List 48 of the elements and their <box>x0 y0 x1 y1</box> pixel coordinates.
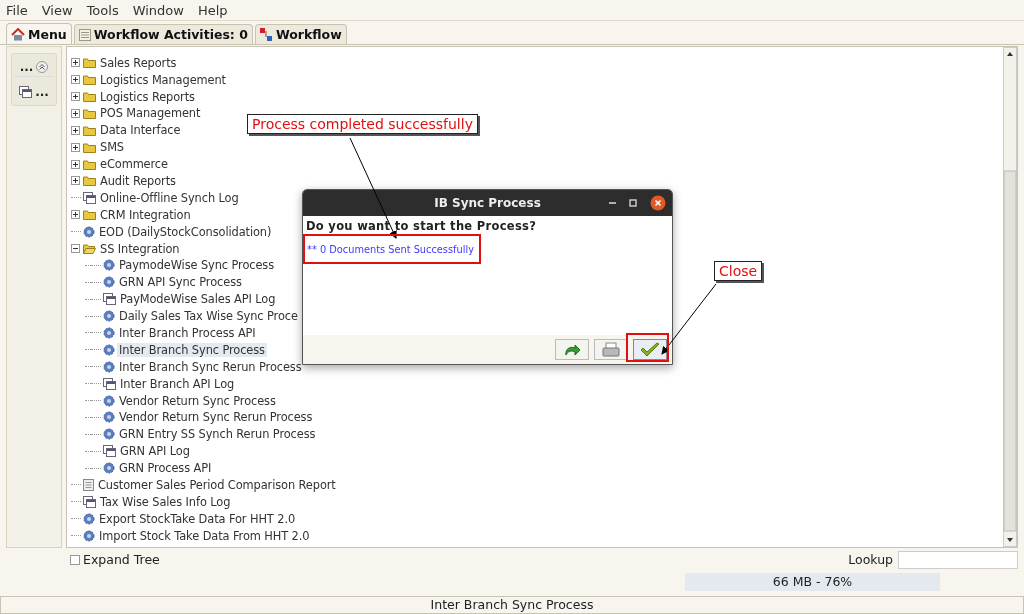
tree-item[interactable]: EOD (DailyStockConsolidation) <box>97 224 274 239</box>
tab[interactable]: Workflow <box>254 24 347 45</box>
memory-indicator: 66 MB - 76% <box>685 572 940 591</box>
menu-item[interactable]: Help <box>197 2 228 18</box>
tree-item[interactable]: Audit Reports <box>98 173 178 188</box>
tree-item[interactable]: Vendor Return Sync Rerun Process <box>117 410 315 425</box>
tree-item[interactable]: GRN Process API <box>117 461 214 476</box>
tree-item[interactable]: Inter Branch API Log <box>118 376 237 391</box>
callout-label: Process completed successfully <box>247 114 478 134</box>
dialog-question: Do you want to start the Process? <box>306 219 538 233</box>
tree-item[interactable]: Inter Branch Sync Rerun Process <box>117 359 304 374</box>
tree-item[interactable]: Inter Branch Sync Process <box>117 342 267 357</box>
side-panel-label[interactable]: ... <box>35 85 49 100</box>
tree-item[interactable]: eCommerce <box>98 157 170 172</box>
tree-item[interactable]: PaymodeWise Sync Process <box>117 258 276 273</box>
menu-item[interactable]: View <box>41 2 73 18</box>
tree-item[interactable]: POS Management <box>98 106 203 121</box>
tree-item[interactable]: GRN API Sync Process <box>117 275 244 290</box>
menu-item[interactable]: Tools <box>86 2 119 18</box>
tree-item[interactable]: Vendor Return Sync Process <box>117 393 278 408</box>
tree-item[interactable]: Customer Sales Period Comparison Report <box>96 478 338 492</box>
tree-item[interactable]: Import Stock Take Data From HHT 2.0 <box>97 528 312 543</box>
dialog-title: IB Sync Process <box>434 196 541 210</box>
callout-label: Close <box>714 261 763 281</box>
tree-item[interactable]: Data Interface <box>98 123 183 138</box>
tree-item[interactable]: GRN API Log <box>118 444 192 459</box>
menu-item[interactable]: Window <box>132 2 184 18</box>
expand-tree-checkbox[interactable]: Expand Tree <box>70 552 160 567</box>
status-bar: Inter Branch Sync Process <box>0 596 1024 614</box>
tree-item[interactable]: Sales Reports <box>98 55 179 70</box>
tree-item[interactable]: Online-Offline Synch Log <box>98 190 241 205</box>
tree-item[interactable]: SMS <box>98 140 126 155</box>
tree-item[interactable]: GRN Entry SS Synch Rerun Process <box>117 427 318 442</box>
tree-item[interactable]: Tax Wise Sales Info Log <box>98 494 233 509</box>
tree-item[interactable]: Logistics Management <box>98 72 228 87</box>
lookup-label: Lookup <box>848 552 893 567</box>
tree-item[interactable]: CRM Integration <box>98 207 193 222</box>
tree-item[interactable]: Daily Sales Tax Wise Sync Proce <box>117 309 300 324</box>
tree-item[interactable]: Logistics Reports <box>98 89 197 104</box>
tab[interactable]: Menu <box>6 23 72 45</box>
tab[interactable]: Workflow Activities: 0 <box>73 24 253 45</box>
tree-item[interactable]: SS Integration <box>98 241 182 256</box>
tree-item[interactable]: Inter Branch Process API <box>117 325 258 340</box>
tree-item[interactable]: PayModeWise Sales API Log <box>118 292 278 307</box>
side-panel-label[interactable]: ... <box>19 60 34 75</box>
tree-item[interactable]: Export StockTake Data For HHT 2.0 <box>97 511 298 526</box>
menu-item[interactable]: File <box>6 2 28 18</box>
success-message: ** 0 Documents Sent Successfully <box>306 244 475 255</box>
